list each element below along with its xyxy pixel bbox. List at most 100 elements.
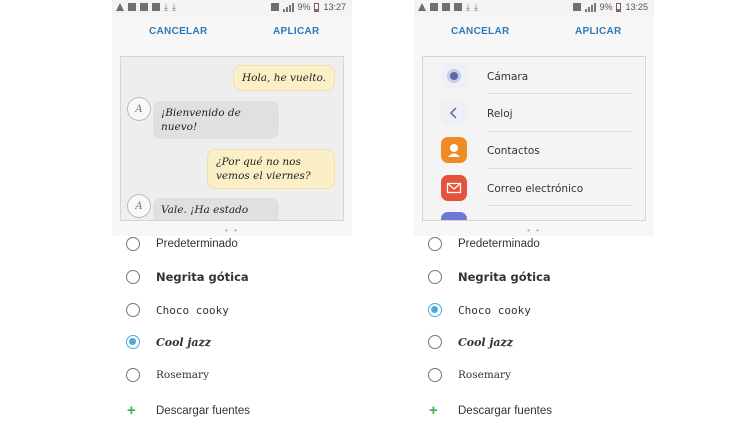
battery-icon bbox=[314, 2, 320, 12]
status-right: 9% 13:27 bbox=[271, 2, 346, 12]
status-bar: ⤓ ⤓ 9% 13:27 bbox=[112, 0, 352, 16]
download-fonts-button[interactable]: + Descargar fuentes bbox=[112, 396, 352, 425]
font-option-label: Rosemary bbox=[156, 369, 209, 381]
font-option-label: Choco cooky bbox=[156, 303, 229, 317]
download-fonts-label: Descargar fuentes bbox=[156, 405, 250, 417]
notification-icons: ⤓ ⤓ bbox=[116, 2, 176, 12]
font-option-rosemary[interactable]: Rosemary bbox=[414, 360, 654, 390]
download-fonts-button[interactable]: + Descargar fuentes bbox=[414, 396, 654, 425]
font-option-rosemary[interactable]: Rosemary bbox=[112, 360, 352, 390]
plus-icon: + bbox=[127, 402, 136, 419]
status-time: 13:27 bbox=[323, 2, 346, 12]
mute-icon bbox=[271, 3, 280, 11]
font-option-predeterminado[interactable]: Predeterminado bbox=[414, 229, 654, 259]
font-option-cool-jazz[interactable]: Cool jazz bbox=[112, 327, 352, 357]
app-label: Correo electrónico bbox=[487, 183, 584, 195]
font-option-cool-jazz[interactable]: Cool jazz bbox=[414, 327, 654, 357]
cancel-button[interactable]: CANCELAR bbox=[149, 26, 208, 37]
contacts-icon bbox=[441, 137, 467, 163]
divider bbox=[487, 131, 633, 132]
radio-button[interactable] bbox=[126, 237, 140, 251]
phone-screen-left: ⤓ ⤓ 9% 13:27 CANCELAR APLICAR Hola, he v… bbox=[112, 0, 352, 425]
font-option-label: Choco cooky bbox=[458, 303, 531, 317]
font-option-label: Predeterminado bbox=[156, 238, 238, 250]
chat-bubble-received: Vale. ¡Ha estado bbox=[153, 198, 279, 220]
font-option-label: Cool jazz bbox=[156, 335, 212, 349]
status-bar: ⤓ ⤓ 9% 13:25 bbox=[414, 0, 654, 16]
app-item-reloj: Reloj bbox=[441, 100, 513, 126]
radio-button[interactable] bbox=[126, 368, 140, 382]
app-notification-icon bbox=[442, 3, 450, 11]
download-icon: ⤓ bbox=[164, 2, 168, 12]
chat-bubble-received: ¡Bienvenido de nuevo! bbox=[153, 101, 279, 139]
font-preview-chat: Hola, he vuelto. A ¡Bienvenido de nuevo!… bbox=[120, 56, 344, 221]
battery-percent: 9% bbox=[297, 2, 311, 12]
status-right: 9% 13:25 bbox=[573, 2, 648, 12]
avatar: A bbox=[127, 97, 151, 121]
font-option-label: Cool jazz bbox=[458, 335, 514, 349]
radio-button-selected[interactable] bbox=[428, 303, 442, 317]
drive-icon bbox=[152, 3, 160, 11]
font-preview-apps: Cámara Reloj Contactos Correo electrónic… bbox=[422, 56, 646, 221]
font-option-label: Negrita gótica bbox=[156, 270, 249, 284]
app-label: Reloj bbox=[487, 108, 513, 120]
radio-button-selected[interactable] bbox=[126, 335, 140, 349]
font-option-predeterminado[interactable]: Predeterminado bbox=[112, 229, 352, 259]
apply-button[interactable]: APLICAR bbox=[575, 26, 622, 37]
chat-bubble-sent: ¿Por qué no nos vemos el viernes? bbox=[207, 149, 335, 189]
warning-icon bbox=[116, 3, 124, 11]
clock-icon bbox=[441, 100, 467, 126]
mute-icon bbox=[573, 3, 582, 11]
status-time: 13:25 bbox=[625, 2, 648, 12]
image-icon bbox=[128, 3, 136, 11]
image-icon bbox=[430, 3, 438, 11]
font-option-label: Rosemary bbox=[458, 369, 511, 381]
warning-icon bbox=[418, 3, 426, 11]
signal-icon bbox=[585, 2, 597, 12]
divider bbox=[487, 168, 633, 169]
camera-icon bbox=[441, 63, 467, 89]
app-item-partial bbox=[441, 212, 467, 220]
font-option-choco-cooky[interactable]: Choco cooky bbox=[414, 295, 654, 325]
font-option-negrita-gotica[interactable]: Negrita gótica bbox=[414, 262, 654, 292]
download-fonts-label: Descargar fuentes bbox=[458, 405, 552, 417]
action-bar: CANCELAR APLICAR bbox=[414, 16, 654, 48]
app-item-correo: Correo electrónico bbox=[441, 175, 583, 201]
font-option-choco-cooky[interactable]: Choco cooky bbox=[112, 295, 352, 325]
font-option-label: Negrita gótica bbox=[458, 270, 551, 284]
cancel-button[interactable]: CANCELAR bbox=[451, 26, 510, 37]
action-bar: CANCELAR APLICAR bbox=[112, 16, 352, 48]
email-icon bbox=[441, 175, 467, 201]
radio-button[interactable] bbox=[126, 270, 140, 284]
notification-icons: ⤓ ⤓ bbox=[418, 2, 478, 12]
font-option-label: Predeterminado bbox=[458, 238, 540, 250]
app-item-contactos: Contactos bbox=[441, 137, 540, 163]
font-list: Predeterminado Negrita gótica Choco cook… bbox=[414, 236, 654, 425]
app-item-camara: Cámara bbox=[441, 63, 528, 89]
battery-icon bbox=[616, 2, 622, 12]
battery-percent: 9% bbox=[599, 2, 613, 12]
radio-button[interactable] bbox=[126, 303, 140, 317]
avatar: A bbox=[127, 194, 151, 218]
plus-icon: + bbox=[429, 402, 438, 419]
font-option-negrita-gotica[interactable]: Negrita gótica bbox=[112, 262, 352, 292]
app-icon bbox=[441, 212, 467, 220]
signal-icon bbox=[283, 2, 295, 12]
drive-icon bbox=[454, 3, 462, 11]
app-label: Cámara bbox=[487, 71, 529, 83]
app-notification-icon bbox=[140, 3, 148, 11]
radio-button[interactable] bbox=[428, 270, 442, 284]
download-icon: ⤓ bbox=[473, 2, 478, 12]
divider bbox=[487, 205, 633, 206]
radio-button[interactable] bbox=[428, 368, 442, 382]
download-icon: ⤓ bbox=[171, 2, 176, 12]
radio-button[interactable] bbox=[428, 335, 442, 349]
app-label: Contactos bbox=[487, 145, 540, 157]
download-icon: ⤓ bbox=[466, 2, 470, 12]
phone-screen-right: ⤓ ⤓ 9% 13:25 CANCELAR APLICAR Cámara Rel… bbox=[414, 0, 654, 425]
divider bbox=[487, 93, 633, 94]
font-list: Predeterminado Negrita gótica Choco cook… bbox=[112, 236, 352, 425]
radio-button[interactable] bbox=[428, 237, 442, 251]
chat-bubble-sent: Hola, he vuelto. bbox=[232, 65, 335, 91]
apply-button[interactable]: APLICAR bbox=[273, 26, 320, 37]
